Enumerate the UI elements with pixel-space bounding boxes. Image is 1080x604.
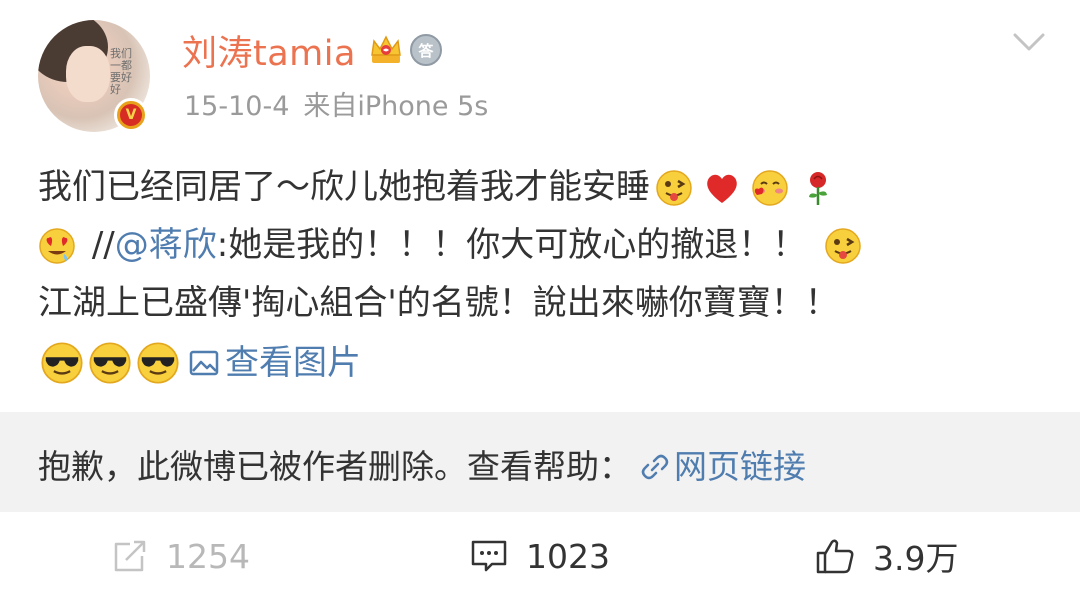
chevron-down-icon[interactable]	[1012, 30, 1046, 54]
content-prefix: //	[91, 225, 115, 265]
verified-label: V	[120, 104, 142, 126]
web-link[interactable]: 网页链接	[674, 447, 806, 486]
verified-icon: V	[114, 98, 148, 132]
view-pictures-label: 查看图片	[225, 342, 361, 383]
view-pictures-link[interactable]: 查看图片	[177, 334, 361, 392]
like-button[interactable]: 3.9万	[815, 532, 958, 580]
thumbs-up-icon	[816, 539, 854, 574]
action-bar: 1254 1023 3.9万	[0, 512, 1080, 604]
crown-icon[interactable]	[368, 33, 404, 67]
username[interactable]: 刘涛tamia	[182, 25, 356, 76]
content-line-2: //@蒋欣:她是我的！！！你大可放心的撤退！！	[38, 216, 1058, 274]
image-icon	[189, 350, 219, 375]
comment-icon	[471, 540, 507, 572]
avatar-caption: 我们一都要好好	[110, 47, 132, 96]
tongue-face-icon	[824, 225, 862, 264]
content-line-4: 查看图片	[38, 332, 1058, 392]
content-line-1: 我们已经同居了～欣儿她抱着我才能安睡	[38, 158, 1058, 216]
heart-eyes-face-icon	[38, 225, 76, 264]
like-count: 3.9万	[873, 539, 959, 578]
deleted-notice: 抱歉，此微博已被作者删除。查看帮助：	[38, 447, 632, 486]
heart-icon	[703, 167, 741, 205]
content-text-3: 江湖上已盛傳'掏心組合'的名號！說出來嚇你寶寶！！	[38, 283, 839, 323]
comment-count: 1023	[526, 536, 610, 576]
rose-icon	[799, 167, 837, 205]
sunglasses-face-icon	[86, 341, 131, 384]
repost-box[interactable]: 抱歉，此微博已被作者删除。查看帮助： 网页链接	[0, 412, 1080, 512]
repost-count: 1254	[166, 536, 250, 576]
repost-button[interactable]: 1254	[112, 532, 250, 580]
mention-link[interactable]: @蒋欣	[115, 225, 217, 265]
tongue-face-icon	[655, 167, 693, 206]
post-source: 来自iPhone 5s	[303, 91, 489, 122]
post-meta: 15-10-4 来自iPhone 5s	[184, 84, 488, 123]
content-text-2: :她是我的！！！你大可放心的撤退！！	[216, 225, 807, 265]
repost-notice: 抱歉，此微博已被作者删除。查看帮助： 网页链接	[38, 440, 806, 488]
post-date: 15-10-4	[184, 91, 290, 122]
comment-button[interactable]: 1023	[470, 532, 610, 580]
blush-face-icon	[751, 167, 789, 206]
post-content: 我们已经同居了～欣儿她抱着我才能安睡 //@蒋欣:她是我的！！！你大可放心的撤退…	[38, 158, 1058, 392]
link-icon	[640, 451, 670, 481]
repost-icon	[114, 540, 146, 572]
weibo-post: 我们一都要好好 V 刘涛tamia 答 15-10-4 来自iPhone 5s 我…	[0, 0, 1080, 412]
content-text-1: 我们已经同居了～欣儿她抱着我才能安睡	[38, 167, 650, 207]
sunglasses-face-icon	[38, 341, 83, 384]
medal-icon[interactable]: 答	[409, 34, 442, 66]
sunglasses-face-icon	[134, 341, 179, 384]
avatar[interactable]: 我们一都要好好 V	[38, 20, 150, 132]
username-row: 刘涛tamia 答	[182, 26, 442, 74]
content-line-3: 江湖上已盛傳'掏心組合'的名號！說出來嚇你寶寶！！	[38, 274, 1058, 332]
